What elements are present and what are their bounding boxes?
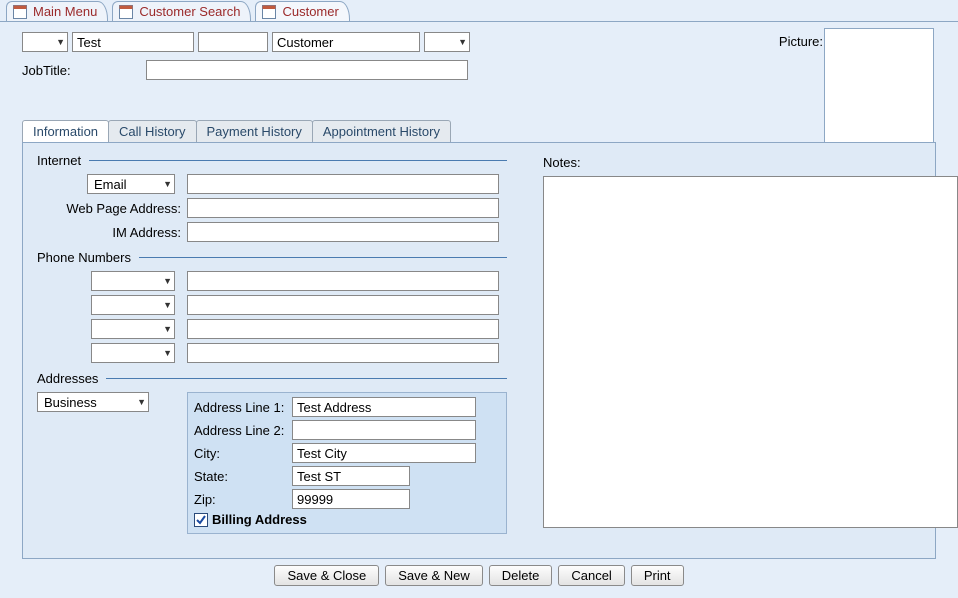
city-label: City: [194,446,292,461]
address-line1-label: Address Line 1: [194,400,292,415]
picture-box[interactable] [824,28,934,144]
form-icon [13,5,27,19]
phone3-type-combo[interactable]: ▼ [91,319,175,339]
check-icon [196,515,206,525]
save-new-button[interactable]: Save & New [385,565,483,586]
phone4-type-combo[interactable]: ▼ [91,343,175,363]
tab-information[interactable]: Information [22,120,109,142]
address-type-value: Business [44,395,97,410]
save-close-button[interactable]: Save & Close [274,565,379,586]
chevron-down-icon: ▼ [163,348,172,358]
chevron-down-icon: ▼ [163,300,172,310]
address-panel: Address Line 1: Address Line 2: City: [187,392,507,534]
group-title: Internet [37,153,81,168]
phone1-input[interactable] [187,271,499,291]
phone1-type-combo[interactable]: ▼ [91,271,175,291]
phone4-input[interactable] [187,343,499,363]
jobtitle-row: JobTitle: [22,60,936,80]
middle-name-input[interactable] [198,32,268,52]
im-address-label: IM Address: [37,225,187,240]
window-tabstrip: Main Menu Customer Search Customer [0,0,958,22]
print-button[interactable]: Print [631,565,684,586]
rule [139,257,507,258]
left-column: Internet Email ▼ Web Page Address: [37,153,522,534]
email-type-value: Email [94,177,127,192]
group-internet: Internet Email ▼ Web Page Address: [37,153,522,242]
right-column: Notes: [543,155,958,531]
window-tab-customer-search[interactable]: Customer Search [112,1,251,21]
cancel-button[interactable]: Cancel [558,565,624,586]
tab-label: Call History [119,124,185,139]
billing-address-checkbox[interactable] [194,513,208,527]
inner-tabstrip: Information Call History Payment History… [22,120,936,142]
tab-label: Payment History [207,124,302,139]
button-row: Save & Close Save & New Delete Cancel Pr… [22,559,936,598]
chevron-down-icon: ▼ [163,324,172,334]
phone2-type-combo[interactable]: ▼ [91,295,175,315]
tab-call-history[interactable]: Call History [108,120,196,142]
jobtitle-label: JobTitle: [22,63,146,78]
notes-label: Notes: [543,155,958,170]
group-title: Addresses [37,371,98,386]
billing-address-label: Billing Address [212,512,307,527]
chevron-down-icon: ▼ [163,276,172,286]
city-input[interactable] [292,443,476,463]
form-icon [119,5,133,19]
last-name-input[interactable] [272,32,420,52]
phone2-input[interactable] [187,295,499,315]
chevron-down-icon: ▼ [56,37,65,47]
window-tab-label: Customer Search [139,4,240,19]
email-type-combo[interactable]: Email ▼ [87,174,175,194]
state-label: State: [194,469,292,484]
chevron-down-icon: ▼ [458,37,467,47]
web-address-label: Web Page Address: [37,201,187,216]
rule [89,160,507,161]
form-body: ▼ ▼ Picture: JobTitle: Information Call … [0,22,958,598]
group-addresses: Addresses Business ▼ Address Line 1: [37,371,522,534]
phone3-input[interactable] [187,319,499,339]
group-phone: Phone Numbers ▼ ▼ [37,250,522,363]
form-icon [262,5,276,19]
im-address-input[interactable] [187,222,499,242]
zip-label: Zip: [194,492,292,507]
suffix-combo[interactable]: ▼ [424,32,470,52]
web-address-input[interactable] [187,198,499,218]
address-line2-label: Address Line 2: [194,423,292,438]
chevron-down-icon: ▼ [163,179,172,189]
address-line2-input[interactable] [292,420,476,440]
inner-tabs-wrapper: Information Call History Payment History… [22,120,936,559]
window-tab-label: Customer [282,4,338,19]
address-line1-input[interactable] [292,397,476,417]
window-tab-label: Main Menu [33,4,97,19]
address-type-combo[interactable]: Business ▼ [37,392,149,412]
tab-payment-history[interactable]: Payment History [196,120,313,142]
billing-address-row: Billing Address [194,512,500,527]
window-tab-main-menu[interactable]: Main Menu [6,1,108,21]
tab-label: Information [33,124,98,139]
rule [106,378,507,379]
delete-button[interactable]: Delete [489,565,553,586]
state-input[interactable] [292,466,410,486]
tab-appointment-history[interactable]: Appointment History [312,120,451,142]
notes-textarea[interactable] [543,176,958,528]
email-input[interactable] [187,174,499,194]
group-title: Phone Numbers [37,250,131,265]
chevron-down-icon: ▼ [137,397,146,407]
tab-page-information: Internet Email ▼ Web Page Address: [22,142,936,559]
title-combo[interactable]: ▼ [22,32,68,52]
tab-label: Appointment History [323,124,440,139]
first-name-input[interactable] [72,32,194,52]
zip-input[interactable] [292,489,410,509]
window-tab-customer[interactable]: Customer [255,1,349,21]
jobtitle-input[interactable] [146,60,468,80]
picture-label: Picture: [779,34,823,49]
